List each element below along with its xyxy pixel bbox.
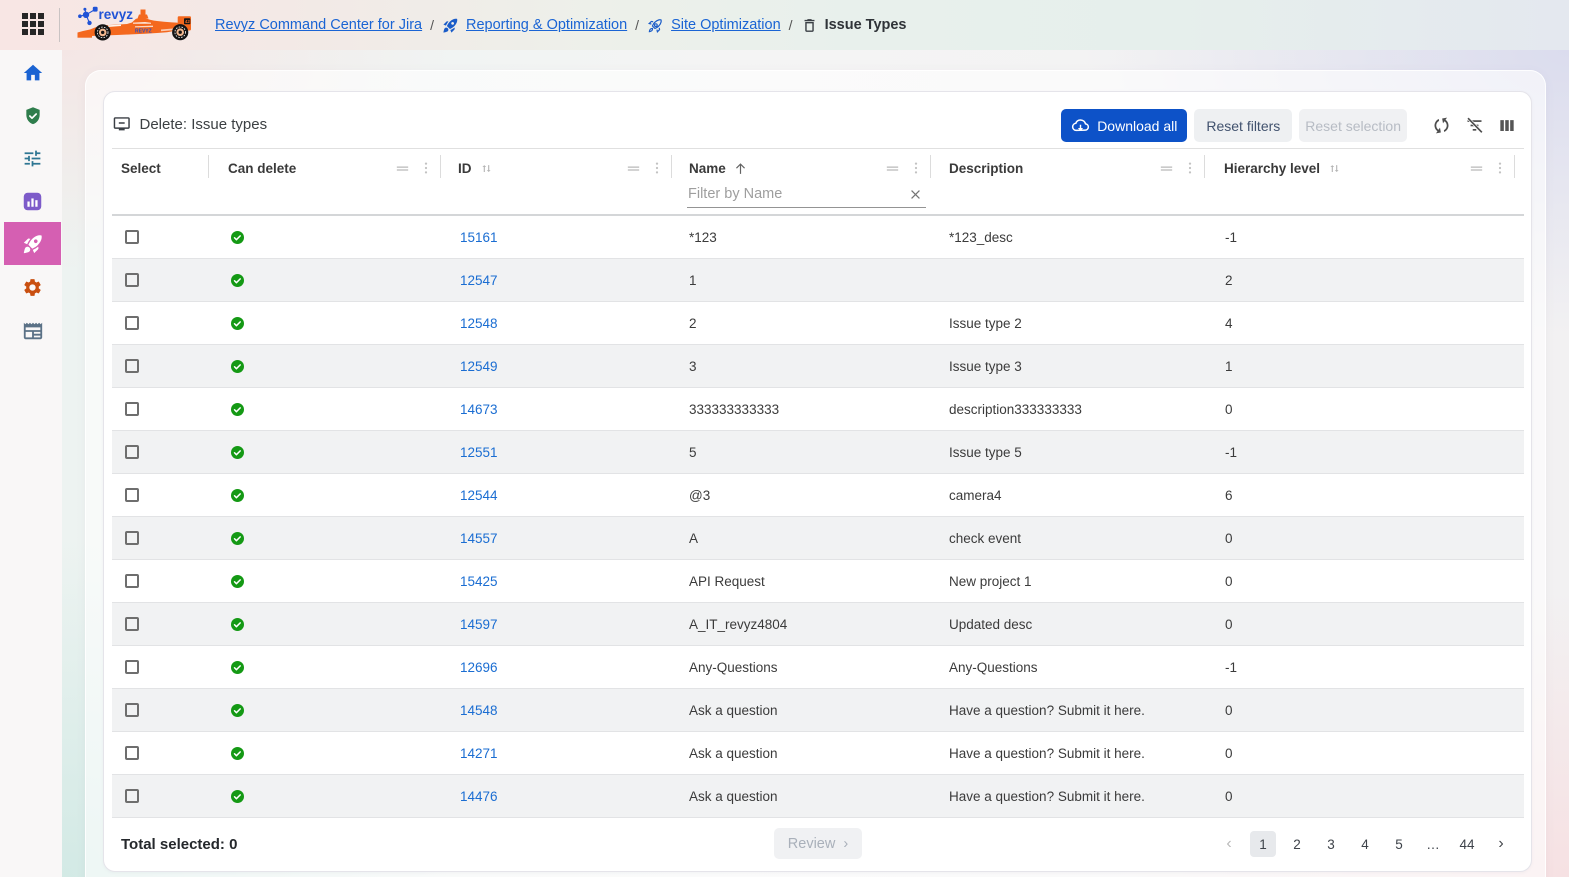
svg-text:REVYZ: REVYZ — [135, 28, 152, 34]
svg-text:42: 42 — [185, 19, 191, 24]
svg-text:revyz: revyz — [99, 7, 134, 22]
